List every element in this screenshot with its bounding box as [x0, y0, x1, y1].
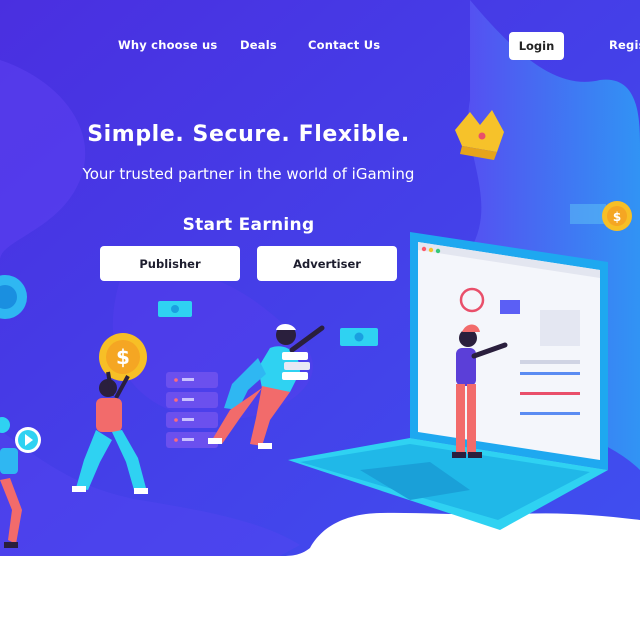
play-button-icon [15, 427, 41, 453]
nav-link-contact-us[interactable]: Contact Us [308, 38, 380, 52]
publisher-button[interactable]: Publisher [100, 246, 240, 281]
register-button[interactable]: Regis [609, 38, 640, 52]
advertiser-button[interactable]: Advertiser [257, 246, 397, 281]
svg-text:$: $ [613, 210, 621, 224]
banknote-icon [340, 328, 378, 346]
nav-link-why-choose-us[interactable]: Why choose us [118, 38, 217, 52]
nav-link-deals[interactable]: Deals [240, 38, 277, 52]
banknote-icon [158, 301, 192, 317]
login-button[interactable]: Login [509, 32, 564, 60]
start-earning-heading: Start Earning [182, 215, 315, 235]
hero-title: Simple. Secure. Flexible. [87, 122, 410, 147]
hero-subtitle: Your trusted partner in the world of iGa… [82, 165, 415, 183]
svg-text:$: $ [116, 345, 130, 369]
landing-page: $ $ Why choose us Deals Contact Us Login… [0, 0, 640, 640]
